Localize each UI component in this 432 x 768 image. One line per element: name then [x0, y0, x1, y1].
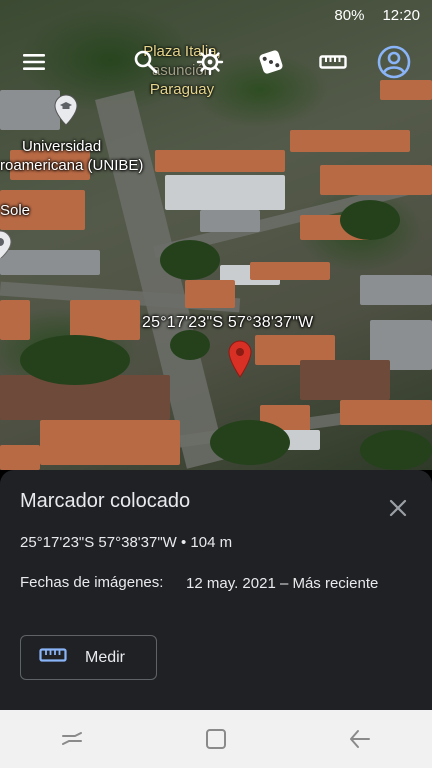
imagery-dates-label: Fechas de imágenes:	[20, 574, 164, 591]
place-label-line3: Paraguay	[149, 81, 215, 98]
dice-icon[interactable]	[253, 44, 289, 80]
location-poi-icon[interactable]	[0, 230, 12, 258]
imagery-dates-value: 12 may. 2021 – Más reciente	[186, 575, 379, 592]
helm-icon[interactable]	[192, 44, 228, 80]
top-toolbar: Plaza Italia, asunción Paraguay	[0, 40, 432, 98]
recent-apps-icon[interactable]	[52, 719, 92, 759]
ruler-icon	[39, 647, 67, 668]
measure-button-label: Medir	[85, 648, 126, 666]
university-label-line1: Universidad	[22, 138, 102, 155]
placed-marker-icon[interactable]	[228, 340, 252, 378]
battery-level: 80%	[334, 6, 365, 24]
sheet-title: Marcador colocado	[20, 490, 191, 512]
clock: 12:20	[382, 6, 420, 24]
ruler-icon[interactable]	[315, 44, 351, 80]
hamburger-menu-icon[interactable]	[16, 44, 52, 80]
marker-coordinates-elevation: 25°17'23"S 57°38'37"W • 104 m	[20, 534, 233, 551]
search-icon[interactable]	[128, 44, 164, 80]
measure-button[interactable]: Medir	[20, 635, 157, 680]
university-poi-icon[interactable]	[54, 94, 78, 126]
marker-coordinates-label: 25°17'23"S 57°38'37"W	[142, 314, 314, 331]
home-icon[interactable]	[196, 719, 236, 759]
system-nav-bar	[0, 710, 432, 768]
sole-label[interactable]: Sole	[0, 201, 30, 220]
university-label-line2: roamericana (UNIBE)	[0, 157, 144, 174]
close-icon[interactable]	[386, 496, 410, 520]
account-circle-icon[interactable]	[376, 44, 412, 80]
university-label[interactable]: Universidad roamericana (UNIBE)	[0, 137, 143, 175]
marker-info-sheet: Marcador colocado 25°17'23"S 57°38'37"W …	[0, 470, 432, 710]
status-bar: 80% 12:20	[0, 0, 432, 30]
back-icon[interactable]	[340, 719, 380, 759]
